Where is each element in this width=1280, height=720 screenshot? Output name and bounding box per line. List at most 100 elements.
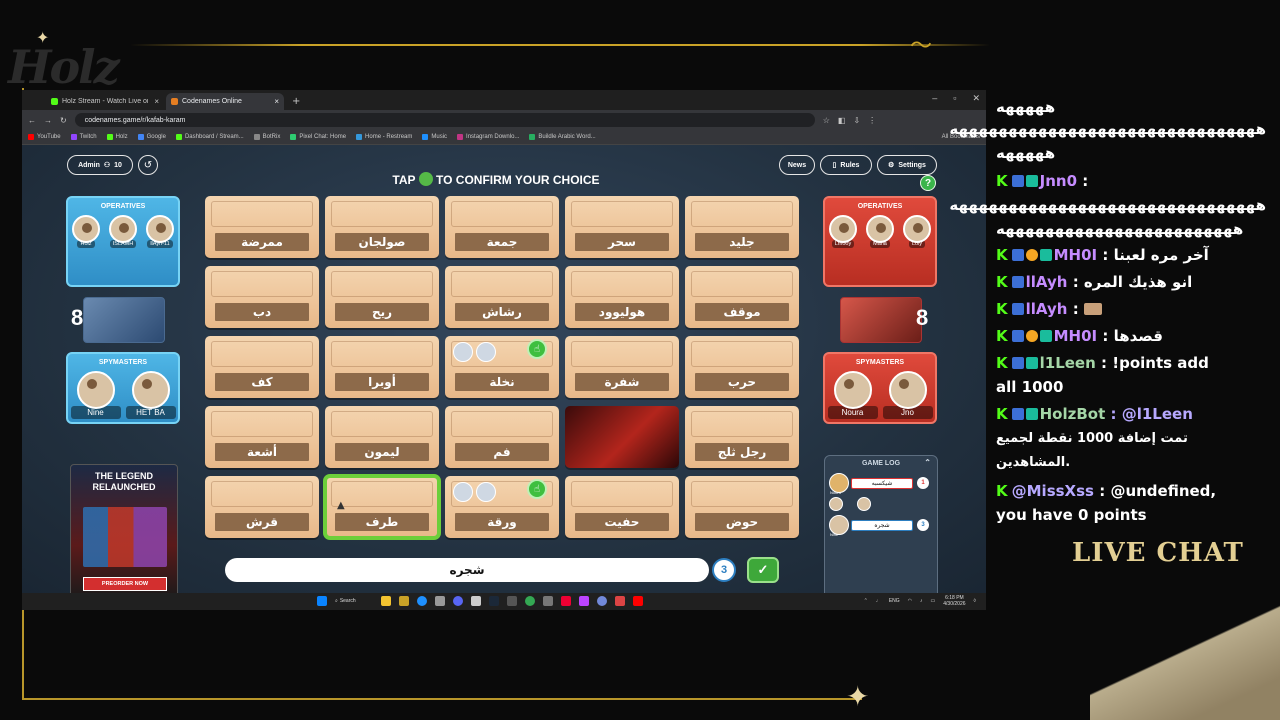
word-card[interactable]: موقف [685,266,799,328]
word-card[interactable]: سحر [565,196,679,258]
chevron-up-icon[interactable]: ⌃ [864,598,868,604]
taskbar-search[interactable]: ⌕ Search [335,598,373,604]
word-card[interactable]: رشاش [445,266,559,328]
word-card-selected-by-players[interactable]: ☝ نخلة [445,336,559,398]
word-card[interactable]: فم [445,406,559,468]
menu-icon[interactable]: ⋮ [868,116,876,125]
word-card[interactable]: جمعة [445,196,559,258]
word-card[interactable]: حرب [685,336,799,398]
folder-icon[interactable] [399,596,409,606]
word-card[interactable]: هوليوود [565,266,679,328]
extension-icon[interactable]: ◧ [838,116,846,125]
confirm-tap-icon[interactable]: ☝ [527,339,547,359]
chat-username[interactable]: llAyh [1026,300,1068,318]
word-card[interactable]: أشعة [205,406,319,468]
close-icon[interactable]: × [154,97,159,106]
word-card[interactable]: ممرضة [205,196,319,258]
player-avatar[interactable]: Maha [864,215,896,248]
player-avatar[interactable]: Jno [882,371,933,419]
word-card[interactable]: رجل ثلج [685,406,799,468]
chat-username[interactable]: MH0I [1054,246,1098,264]
word-card[interactable]: كف [205,336,319,398]
player-avatar[interactable]: ISLAMH [107,215,139,248]
language-indicator[interactable]: ENG [889,598,900,604]
player-avatar[interactable]: HET BA [125,371,176,419]
chevron-up-icon[interactable]: ⌃ [924,458,931,467]
word-card[interactable]: حوض [685,476,799,538]
obs-icon[interactable] [471,596,481,606]
restart-button[interactable]: ↺ [138,155,158,175]
youtube-icon[interactable] [633,596,643,606]
player-avatar[interactable]: llAyh-11 [144,215,176,248]
calculator-icon[interactable] [435,596,445,606]
bookmark-holz[interactable]: Holz [106,134,128,140]
player-avatar[interactable]: Nine [70,371,121,419]
app-icon[interactable] [615,596,625,606]
url-field[interactable]: codenames.game/r/kafab-karam [74,113,815,127]
chat-username[interactable]: llAyh [1026,273,1068,291]
player-avatar[interactable]: Lmooy [827,215,859,248]
chrome-icon[interactable] [525,596,535,606]
bookmark-restream[interactable]: Home - Restream [356,134,412,140]
admin-pill[interactable]: Admin ⚇ 10 [67,155,133,175]
close-window-icon[interactable]: ✕ [972,93,980,104]
chat-username[interactable]: l1Leen [1040,354,1096,372]
chat-username[interactable]: MH0I [1054,327,1098,345]
bookmark-music[interactable]: Music [422,134,447,140]
word-card[interactable]: دب [205,266,319,328]
tab-holz-stream[interactable]: Holz Stream - Watch Live on Ki × [46,93,164,110]
close-icon[interactable]: × [274,97,279,106]
bookmark-twitch[interactable]: Twitch [70,134,97,140]
chat-username[interactable]: HolzBot [1040,405,1106,423]
bookmark-dashboard[interactable]: Dashboard / Stream... [175,134,244,140]
rules-button[interactable]: ▯ Rules [820,155,872,175]
player-avatar[interactable]: Holz [70,215,102,248]
clock[interactable]: 6:18 PM 4/30/2026 [943,595,965,607]
microphone-icon[interactable]: ♩ [876,598,881,604]
steam-icon[interactable] [489,596,499,606]
bookmark-buildle[interactable]: Buildle Arabic Word... [529,134,596,140]
app-icon[interactable] [561,596,571,606]
word-card[interactable]: ليمون [325,406,439,468]
bookmark-youtube[interactable]: YouTube [28,134,61,140]
word-card[interactable]: جليد [685,196,799,258]
notification-icon[interactable]: ◊ [974,598,976,604]
word-card[interactable]: ريح [325,266,439,328]
word-card-selected-by-players[interactable]: ☝ ورقة [445,476,559,538]
file-explorer-icon[interactable] [381,596,391,606]
forward-icon[interactable]: → [44,116,52,125]
word-card[interactable]: قرش [205,476,319,538]
player-avatar[interactable]: Noura [827,371,878,419]
new-tab-button[interactable]: + [286,96,306,110]
tab-codenames[interactable]: Codenames Online × [166,93,284,110]
settings-button[interactable]: ⚙ Settings [877,155,937,175]
app-icon[interactable] [597,596,607,606]
maximize-icon[interactable]: ▫ [953,93,956,104]
promo-banner[interactable]: THE LEGEND RELAUNCHED PREORDER NOW [70,464,178,593]
preorder-button[interactable]: PREORDER NOW [83,577,167,591]
word-card[interactable]: صولجان [325,196,439,258]
end-guessing-check-button[interactable]: ✓ [747,557,779,583]
chat-username[interactable]: Jnn0 [1040,172,1077,190]
player-avatar[interactable]: Loly [901,215,933,248]
volume-icon[interactable]: ♪ [920,598,923,604]
battery-icon[interactable]: ▭ [931,598,936,604]
windows-start-icon[interactable] [317,596,327,606]
minimize-icon[interactable]: – [932,93,937,104]
app-icon[interactable] [579,596,589,606]
keyboard-icon[interactable] [507,596,517,606]
edge-icon[interactable] [417,596,427,606]
app-icon[interactable] [543,596,553,606]
word-card[interactable]: شفرة [565,336,679,398]
discord-icon[interactable] [453,596,463,606]
bookmark-pixel-chat[interactable]: Pixel Chat: Home [290,134,346,140]
news-button[interactable]: News [779,155,815,175]
bookmark-star-icon[interactable]: ☆ [823,116,830,125]
wifi-icon[interactable]: ◠ [908,598,912,604]
help-icon[interactable]: ? [920,175,936,191]
confirm-tap-icon[interactable]: ☝ [527,479,547,499]
back-icon[interactable]: ← [28,116,36,125]
bookmark-google[interactable]: Google [137,134,166,140]
bookmark-instagram[interactable]: Instagram Downlo... [457,134,519,140]
chat-username[interactable]: @MissXss [1012,482,1094,500]
